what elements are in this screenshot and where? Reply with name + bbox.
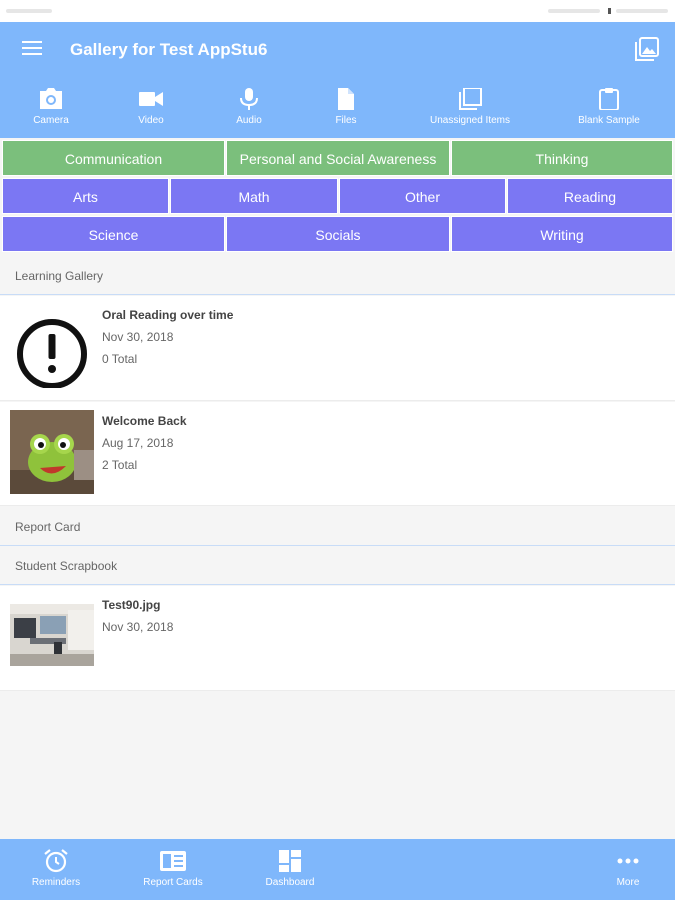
camera-icon bbox=[40, 88, 62, 109]
nav-report-cards[interactable]: Report Cards bbox=[123, 839, 223, 900]
item-thumbnail bbox=[10, 604, 94, 666]
item-count: 0 Total bbox=[102, 352, 138, 366]
stack-icon bbox=[459, 88, 482, 110]
nav-label: Reminders bbox=[31, 877, 81, 888]
files-button[interactable]: Files bbox=[301, 84, 391, 134]
video-label: Video bbox=[138, 115, 164, 126]
list-item[interactable]: Welcome Back Aug 17, 2018 2 Total bbox=[0, 402, 675, 506]
alarm-clock-icon bbox=[44, 849, 68, 873]
video-icon bbox=[139, 92, 163, 106]
audio-label: Audio bbox=[236, 115, 262, 126]
dashboard-icon bbox=[279, 850, 301, 872]
blank-sample-button[interactable]: Blank Sample bbox=[564, 84, 654, 134]
section-title: Student Scrapbook bbox=[15, 559, 118, 573]
battery-icon bbox=[616, 9, 668, 13]
bottom-nav: Reminders Report Cards Dashboard More bbox=[0, 839, 675, 900]
camera-button[interactable]: Camera bbox=[6, 84, 96, 134]
category-writing[interactable]: Writing bbox=[451, 216, 673, 252]
section-report-card[interactable]: Report Card bbox=[0, 507, 675, 546]
more-dots-icon bbox=[617, 858, 639, 864]
item-date: Nov 30, 2018 bbox=[102, 330, 174, 344]
files-label: Files bbox=[335, 115, 357, 126]
section-learning-gallery: Learning Gallery bbox=[0, 256, 675, 295]
nav-dashboard[interactable]: Dashboard bbox=[240, 839, 340, 900]
unassigned-items-label: Unassigned Items bbox=[429, 115, 511, 126]
gallery-icon[interactable] bbox=[634, 36, 660, 62]
alert-icon bbox=[17, 319, 87, 388]
section-student-scrapbook: Student Scrapbook bbox=[0, 546, 675, 585]
category-communication[interactable]: Communication bbox=[2, 140, 225, 176]
clipboard-icon bbox=[599, 88, 619, 110]
file-icon bbox=[338, 88, 354, 110]
nav-more[interactable]: More bbox=[578, 839, 675, 900]
section-title: Report Card bbox=[15, 520, 81, 534]
menu-icon[interactable] bbox=[22, 41, 42, 57]
nav-label: Report Cards bbox=[143, 877, 203, 888]
unassigned-items-button[interactable]: Unassigned Items bbox=[425, 84, 515, 134]
status-bar bbox=[0, 0, 675, 22]
nav-label: Dashboard bbox=[265, 877, 315, 888]
audio-button[interactable]: Audio bbox=[204, 84, 294, 134]
report-card-icon bbox=[160, 851, 186, 871]
section-title: Learning Gallery bbox=[15, 269, 104, 283]
item-title: Welcome Back bbox=[102, 414, 187, 428]
category-arts[interactable]: Arts bbox=[2, 178, 169, 214]
microphone-icon bbox=[240, 88, 258, 110]
item-date: Aug 17, 2018 bbox=[102, 436, 174, 450]
video-button[interactable]: Video bbox=[106, 84, 196, 134]
status-bar-left bbox=[6, 9, 52, 13]
item-date: Nov 30, 2018 bbox=[102, 620, 174, 634]
category-other[interactable]: Other bbox=[339, 178, 506, 214]
list-item[interactable]: Test90.jpg Nov 30, 2018 bbox=[0, 586, 675, 691]
category-socials[interactable]: Socials bbox=[226, 216, 450, 252]
status-indicator-icon bbox=[608, 8, 611, 14]
blank-sample-label: Blank Sample bbox=[578, 115, 640, 126]
category-science[interactable]: Science bbox=[2, 216, 225, 252]
status-bar-right bbox=[548, 9, 600, 13]
page-title: Gallery for Test AppStu6 bbox=[70, 40, 268, 59]
category-personal-social-awareness[interactable]: Personal and Social Awareness bbox=[226, 140, 450, 176]
nav-label: More bbox=[616, 877, 640, 888]
category-math[interactable]: Math bbox=[170, 178, 338, 214]
app-bar: Gallery for Test AppStu6 Camera Video Au… bbox=[0, 22, 675, 138]
category-thinking[interactable]: Thinking bbox=[451, 140, 673, 176]
item-title: Oral Reading over time bbox=[102, 308, 234, 322]
item-thumbnail bbox=[10, 410, 94, 494]
camera-label: Camera bbox=[33, 115, 69, 126]
item-count: 2 Total bbox=[102, 458, 138, 472]
item-title: Test90.jpg bbox=[102, 598, 161, 612]
category-reading[interactable]: Reading bbox=[507, 178, 673, 214]
list-item[interactable]: Oral Reading over time Nov 30, 2018 0 To… bbox=[0, 296, 675, 401]
nav-reminders[interactable]: Reminders bbox=[6, 839, 106, 900]
capture-toolbar: Camera Video Audio Files Unassigned Item… bbox=[0, 84, 675, 134]
